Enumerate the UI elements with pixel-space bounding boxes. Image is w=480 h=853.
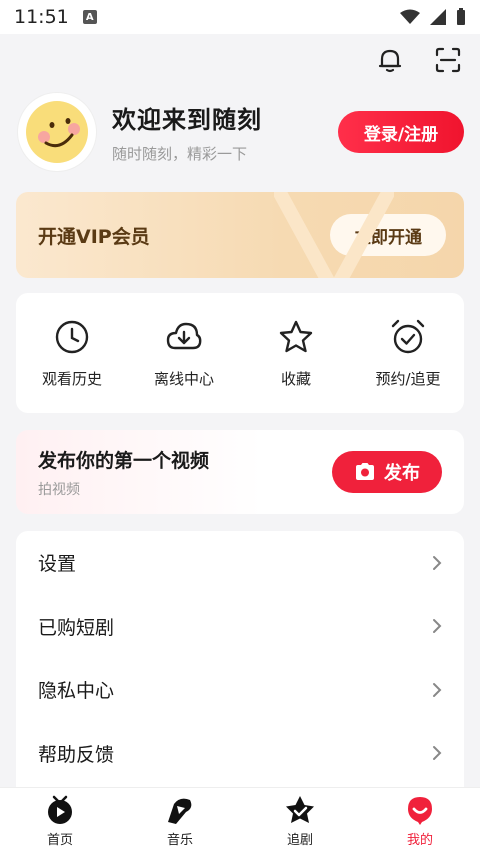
notification-a-icon: A xyxy=(82,10,97,24)
avatar[interactable] xyxy=(18,93,96,171)
tab-drama[interactable]: 追剧 xyxy=(250,793,350,848)
camera-icon xyxy=(356,463,374,480)
status-time: 11:51 xyxy=(14,6,69,28)
quick-label: 观看历史 xyxy=(41,369,102,388)
profile-header: 欢迎来到随刻 随时随刻，精彩一下 登录/注册 xyxy=(18,92,468,172)
settings-row-settings[interactable]: 设置 xyxy=(16,531,464,595)
login-register-button[interactable]: 登录/注册 xyxy=(338,111,464,153)
status-bar: 11:51 A xyxy=(0,0,480,34)
publish-title: 发布你的第一个视频 xyxy=(38,449,210,472)
star-icon xyxy=(277,318,315,356)
star-check-icon xyxy=(283,793,317,827)
tab-label: 音乐 xyxy=(166,833,193,848)
chevron-right-icon xyxy=(433,555,442,570)
welcome-title: 欢迎来到随刻 xyxy=(112,106,262,134)
bottom-tab-bar: 首页 音乐 追剧 我的 xyxy=(0,787,480,853)
tab-label: 追剧 xyxy=(286,833,313,848)
wifi-icon xyxy=(400,9,420,24)
alarm-clock-icon xyxy=(389,318,427,356)
tab-label: 我的 xyxy=(406,833,433,848)
music-icon xyxy=(163,793,197,827)
quick-label: 预约/追更 xyxy=(375,369,441,388)
publish-button-label: 发布 xyxy=(384,463,420,484)
quick-label: 收藏 xyxy=(280,369,311,388)
settings-row-privacy-center[interactable]: 隐私中心 xyxy=(16,658,464,722)
smiley-avatar-icon xyxy=(26,101,88,163)
tab-label: 首页 xyxy=(46,833,73,848)
chevron-right-icon xyxy=(433,682,442,697)
settings-row-label: 隐私中心 xyxy=(38,680,115,703)
home-play-icon xyxy=(43,793,77,827)
tab-music[interactable]: 音乐 xyxy=(130,793,230,848)
settings-row-purchased-dramas[interactable]: 已购短剧 xyxy=(16,595,464,659)
profile-text: 欢迎来到随刻 随时随刻，精彩一下 xyxy=(112,100,262,164)
vip-title: 开通VIP会员 xyxy=(38,225,150,248)
tab-home[interactable]: 首页 xyxy=(10,793,110,848)
welcome-subtitle: 随时随刻，精彩一下 xyxy=(112,145,248,163)
clock-icon xyxy=(53,318,91,356)
quick-watch-history[interactable]: 观看历史 xyxy=(22,318,122,389)
vip-decoration-icon xyxy=(274,192,394,278)
quick-actions: 观看历史 离线中心 收藏 预约/追更 xyxy=(16,293,464,413)
settings-row-label: 设置 xyxy=(38,553,77,576)
scan-icon[interactable] xyxy=(432,44,464,76)
publish-text: 发布你的第一个视频 拍视频 xyxy=(38,446,209,499)
chevron-right-icon xyxy=(433,619,442,634)
vip-banner[interactable]: 开通VIP会员 立即开通 xyxy=(16,192,464,278)
cloud-download-icon xyxy=(165,318,203,356)
top-actions xyxy=(374,44,464,76)
chevron-right-icon xyxy=(433,746,442,761)
quick-label: 离线中心 xyxy=(153,369,214,388)
bell-icon[interactable] xyxy=(374,44,406,76)
settings-row-help-feedback[interactable]: 帮助反馈 xyxy=(16,722,464,786)
quick-reserve-follow[interactable]: 预约/追更 xyxy=(358,318,458,389)
publish-subtitle: 拍视频 xyxy=(38,481,80,498)
tab-mine[interactable]: 我的 xyxy=(370,793,470,848)
settings-list: 设置 已购短剧 隐私中心 帮助反馈 xyxy=(16,531,464,801)
profile-icon xyxy=(403,793,437,827)
settings-row-label: 已购短剧 xyxy=(38,616,115,639)
settings-row-label: 帮助反馈 xyxy=(38,743,115,766)
signal-icon xyxy=(430,9,446,25)
quick-favorites[interactable]: 收藏 xyxy=(246,318,346,389)
publish-card: 发布你的第一个视频 拍视频 发布 xyxy=(16,430,464,514)
publish-button[interactable]: 发布 xyxy=(332,451,442,493)
quick-offline-center[interactable]: 离线中心 xyxy=(134,318,234,389)
status-icons xyxy=(400,8,466,26)
battery-icon xyxy=(457,8,465,25)
